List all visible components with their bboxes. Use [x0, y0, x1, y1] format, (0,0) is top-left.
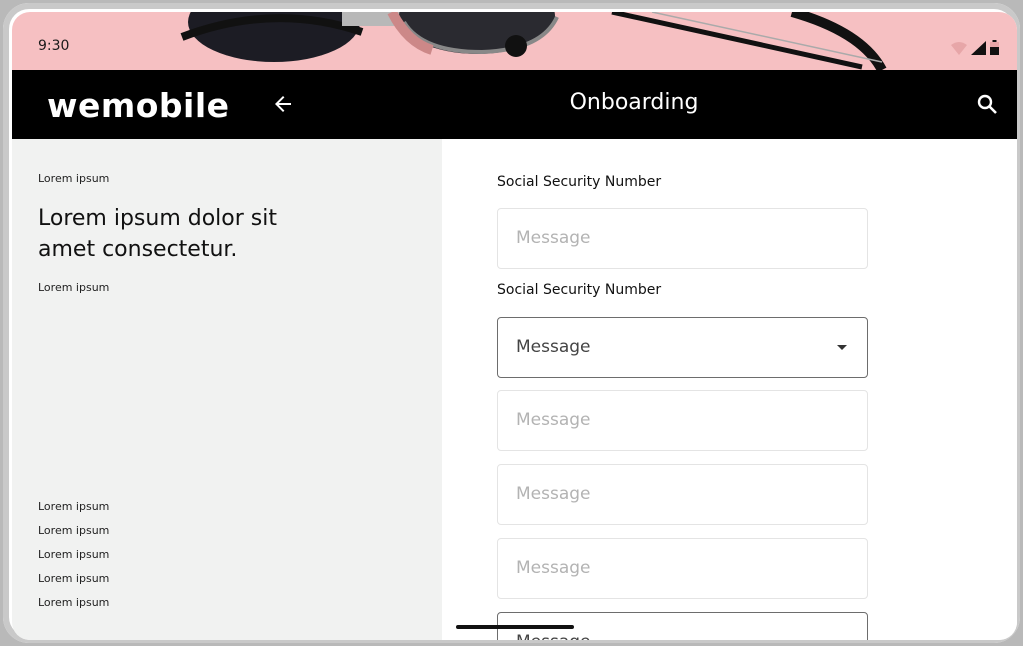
status-bar: 9:30	[12, 12, 1017, 70]
list-item[interactable]: Lorem ipsum	[38, 596, 109, 620]
ssn-input[interactable]: Message	[497, 208, 868, 269]
overline-text: Lorem ipsum	[38, 172, 110, 185]
ssn-select-label: Social Security Number	[497, 282, 662, 298]
home-indicator[interactable]	[456, 625, 574, 629]
screen: 9:30 wemobile Onboarding Lorem ipsum Lor…	[12, 12, 1017, 640]
list-item[interactable]: Lorem ipsum	[38, 500, 109, 524]
message-input-2[interactable]: Message	[497, 464, 868, 525]
battery-icon	[990, 40, 999, 55]
signal-icon	[971, 41, 986, 55]
list-item[interactable]: Lorem ipsum	[38, 572, 109, 596]
select-value: Message	[516, 337, 591, 357]
status-time: 9:30	[38, 38, 70, 54]
device-frame: 9:30 wemobile Onboarding Lorem ipsum Lor…	[3, 3, 1020, 643]
wifi-icon	[951, 42, 967, 55]
headline-text: Lorem ipsum dolor sit amet consectetur.	[38, 206, 277, 262]
onboarding-form: Social Security Number Message Social Se…	[442, 139, 1017, 640]
camera-cutout	[505, 35, 527, 57]
status-icons	[951, 40, 999, 55]
message-input-1[interactable]: Message	[497, 390, 868, 451]
app-bar: wemobile Onboarding	[12, 70, 1017, 139]
link-list: Lorem ipsum Lorem ipsum Lorem ipsum Lore…	[38, 500, 109, 620]
chevron-down-icon	[837, 345, 847, 350]
search-icon[interactable]	[975, 92, 999, 116]
page-title: Onboarding	[569, 90, 699, 115]
info-panel: Lorem ipsum Lorem ipsum dolor sit amet c…	[12, 139, 442, 640]
list-item[interactable]: Lorem ipsum	[38, 524, 109, 548]
caption-text: Lorem ipsum	[38, 281, 110, 294]
ssn-label: Social Security Number	[497, 174, 662, 190]
list-item[interactable]: Lorem ipsum	[38, 548, 109, 572]
message-input-3[interactable]: Message	[497, 538, 868, 599]
ssn-select[interactable]: Message	[497, 317, 868, 378]
